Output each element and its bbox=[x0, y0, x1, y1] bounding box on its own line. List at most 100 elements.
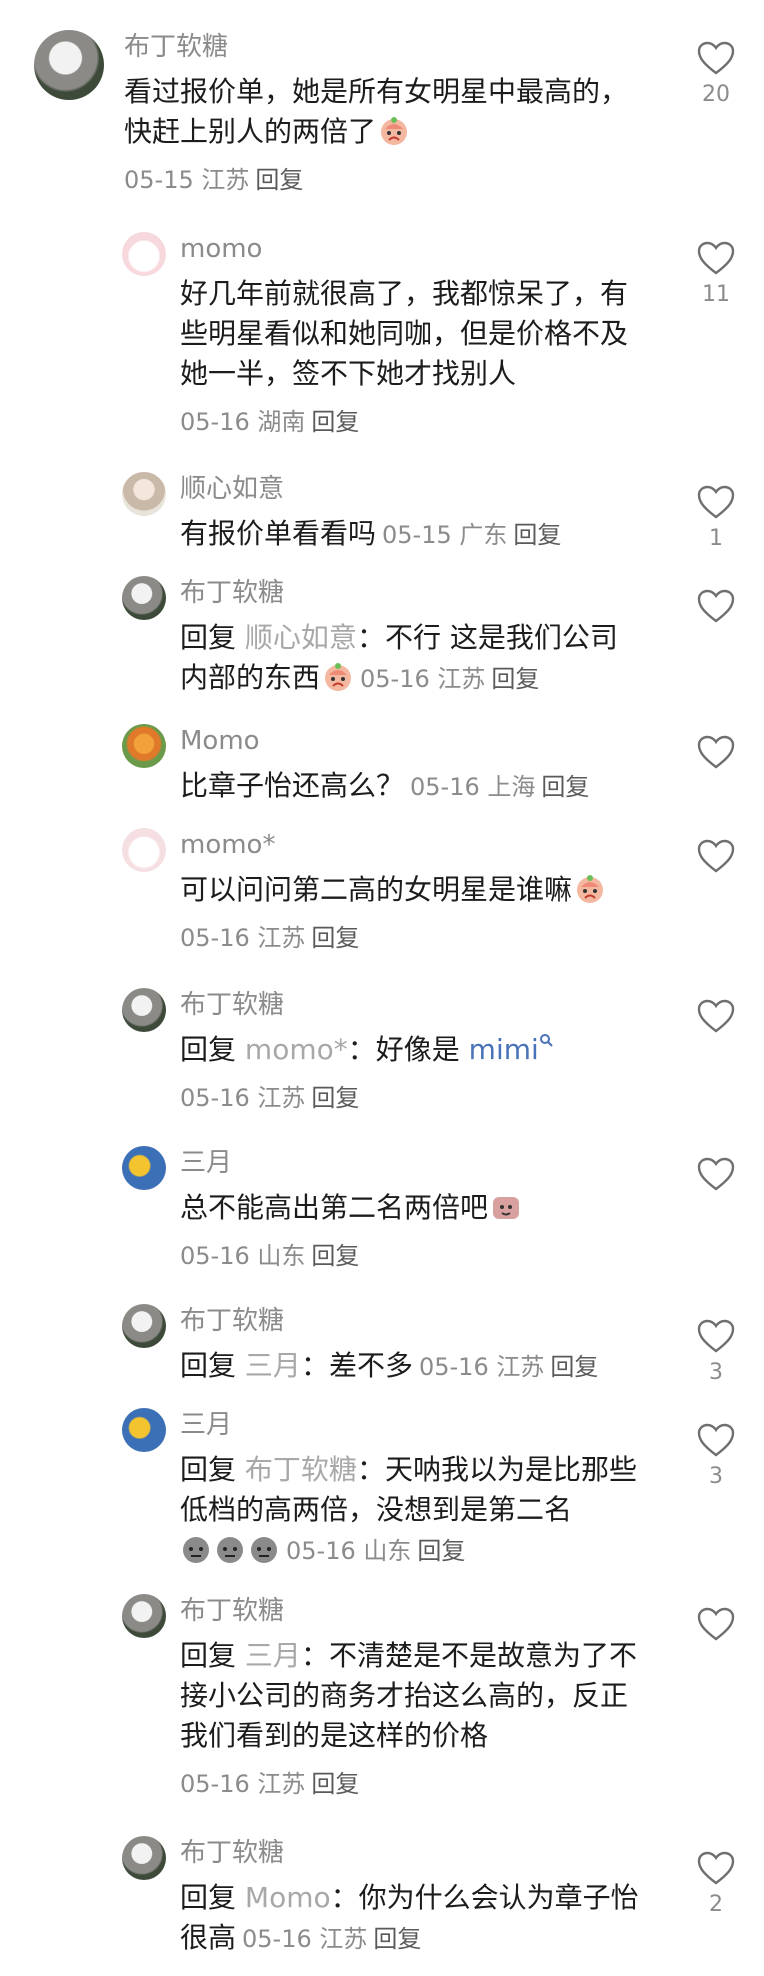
comment-location: 江苏 bbox=[201, 166, 250, 194]
comment-meta: 05-16 山东 回复 bbox=[286, 1537, 465, 1565]
heart-outline-icon bbox=[697, 1319, 735, 1353]
comment-text: 总不能高出第二名两倍吧 bbox=[180, 1188, 644, 1228]
crying-face-emoji-icon bbox=[378, 115, 410, 147]
reply-button[interactable]: 回复 bbox=[311, 1770, 359, 1798]
comment-body: 布丁软糖 回复 momo*：好像是 mimi 05-16 江苏 回复 bbox=[180, 988, 644, 1114]
like-button[interactable]: 2 bbox=[668, 1850, 764, 1920]
comment-date: 05-16 bbox=[418, 1353, 489, 1381]
like-button[interactable]: 11 bbox=[668, 240, 764, 310]
username[interactable]: Momo bbox=[180, 724, 644, 758]
reply-button[interactable]: 回复 bbox=[311, 408, 359, 436]
like-button[interactable] bbox=[668, 1606, 764, 1676]
comment-location: 山东 bbox=[363, 1537, 412, 1565]
username[interactable]: 布丁软糖 bbox=[124, 30, 644, 64]
mention-user[interactable]: 布丁软糖 bbox=[245, 1453, 357, 1486]
like-button[interactable]: 20 bbox=[668, 40, 764, 110]
like-count bbox=[668, 630, 764, 658]
reply-button[interactable]: 回复 bbox=[491, 665, 539, 693]
comment-location: 江苏 bbox=[257, 1084, 306, 1112]
comment-meta: 05-16 江苏 回复 bbox=[360, 665, 539, 693]
like-button[interactable] bbox=[668, 1156, 764, 1226]
username[interactable]: momo* bbox=[180, 828, 644, 862]
avatar[interactable] bbox=[122, 828, 166, 872]
comment-date: 05-16 bbox=[242, 1925, 312, 1953]
comment-meta: 05-16 江苏 回复 bbox=[242, 1925, 421, 1953]
grey-face-emoji-icon bbox=[180, 1533, 212, 1565]
comment-body: 布丁软糖 回复 三月：差不多 05-16 江苏 回复 bbox=[180, 1304, 644, 1387]
comment-location: 山东 bbox=[257, 1242, 306, 1270]
comment-body: momo* 可以问问第二高的女明星是谁嘛 05-16 江苏 回复 bbox=[180, 828, 644, 954]
avatar[interactable] bbox=[122, 988, 166, 1032]
comment-body: 布丁软糖 看过报价单，她是所有女明星中最高的，快赶上别人的两倍了 05-15 江… bbox=[124, 30, 644, 196]
like-button[interactable] bbox=[668, 998, 764, 1068]
comment-text: 回复 momo*：好像是 mimi bbox=[180, 1030, 644, 1070]
avatar[interactable] bbox=[122, 1408, 166, 1452]
comment-text-content: 看过报价单，她是所有女明星中最高的，快赶上别人的两倍了 bbox=[124, 75, 629, 148]
username[interactable]: 布丁软糖 bbox=[180, 1594, 644, 1628]
reply-button[interactable]: 回复 bbox=[311, 924, 359, 952]
avatar[interactable] bbox=[122, 1836, 166, 1880]
username[interactable]: 三月 bbox=[180, 1408, 644, 1442]
reply-prefix: 回复 bbox=[180, 1881, 237, 1914]
like-button[interactable] bbox=[668, 734, 764, 804]
crying-face-emoji-icon bbox=[322, 661, 354, 693]
avatar[interactable] bbox=[122, 472, 166, 516]
like-button[interactable] bbox=[668, 838, 764, 908]
mention-user[interactable]: Momo bbox=[245, 1881, 331, 1914]
reply-prefix: 回复 bbox=[180, 1453, 237, 1486]
reply-button[interactable]: 回复 bbox=[311, 1084, 359, 1112]
search-link[interactable]: mimi bbox=[469, 1033, 553, 1066]
avatar[interactable] bbox=[122, 576, 166, 620]
reply-button[interactable]: 回复 bbox=[373, 1925, 421, 1953]
mention-user[interactable]: 三月 bbox=[245, 1639, 301, 1672]
username[interactable]: 布丁软糖 bbox=[180, 1304, 644, 1338]
comment-location: 江苏 bbox=[257, 1770, 306, 1798]
comment-text-content: 总不能高出第二名两倍吧 bbox=[180, 1191, 489, 1224]
username[interactable]: 顺心如意 bbox=[180, 472, 644, 506]
comment-text: 回复 Momo：你为什么会认为章子怡很高 05-16 江苏 回复 bbox=[180, 1878, 644, 1959]
mention-user[interactable]: 三月 bbox=[245, 1349, 301, 1382]
heart-outline-icon bbox=[697, 1607, 735, 1641]
heart-outline-icon bbox=[697, 1851, 735, 1885]
comment-body: 布丁软糖 回复 三月：不清楚是不是故意为了不接小公司的商务才抬这么高的，反正我们… bbox=[180, 1594, 644, 1800]
heart-outline-icon bbox=[697, 1423, 735, 1457]
mention-user[interactable]: momo* bbox=[245, 1033, 348, 1066]
username[interactable]: 布丁软糖 bbox=[180, 988, 644, 1022]
reply-button[interactable]: 回复 bbox=[513, 521, 561, 549]
reply-button[interactable]: 回复 bbox=[541, 773, 589, 801]
avatar[interactable] bbox=[122, 1304, 166, 1348]
avatar[interactable] bbox=[122, 724, 166, 768]
heart-outline-icon bbox=[697, 1157, 735, 1191]
username[interactable]: momo bbox=[180, 232, 644, 266]
reply-button[interactable]: 回复 bbox=[417, 1537, 465, 1565]
mention-user[interactable]: 顺心如意 bbox=[245, 621, 357, 654]
comment-date: 05-16 bbox=[286, 1537, 356, 1565]
comment-body: 布丁软糖 回复 顺心如意：不行 这是我们公司内部的东西 05-16 江苏 回复 bbox=[180, 576, 644, 699]
comment-text: 看过报价单，她是所有女明星中最高的，快赶上别人的两倍了 bbox=[124, 72, 644, 152]
comment-body: 布丁软糖 回复 Momo：你为什么会认为章子怡很高 05-16 江苏 回复 bbox=[180, 1836, 644, 1959]
comment-meta: 05-15 广东 回复 bbox=[382, 521, 561, 549]
like-button[interactable]: 1 bbox=[668, 484, 764, 554]
avatar[interactable] bbox=[122, 1594, 166, 1638]
comment-body: momo 好几年前就很高了，我都惊呆了，有些明星看似和她同咖，但是价格不及她一半… bbox=[180, 232, 644, 438]
reply-button[interactable]: 回复 bbox=[311, 1242, 359, 1270]
comment-text: 回复 布丁软糖：天呐我以为是比那些低档的高两倍，没想到是第二名 05-16 山东回… bbox=[180, 1450, 644, 1571]
comment-text-content: 比章子怡还高么？ bbox=[180, 769, 405, 802]
comment-date: 05-16 bbox=[360, 665, 430, 693]
username[interactable]: 布丁软糖 bbox=[180, 1836, 644, 1870]
avatar[interactable] bbox=[122, 1146, 166, 1190]
heart-outline-icon bbox=[697, 839, 735, 873]
comment-text: 回复 三月：差不多 05-16 江苏 回复 bbox=[180, 1346, 644, 1387]
reply-button[interactable]: 回复 bbox=[255, 166, 303, 194]
comment-text-content: 有报价单看看吗 bbox=[180, 517, 377, 550]
reply-button[interactable]: 回复 bbox=[550, 1353, 598, 1381]
avatar[interactable] bbox=[34, 30, 104, 100]
reply-prefix: 回复 bbox=[180, 1033, 237, 1066]
comment-meta: 05-16 江苏 回复 bbox=[419, 1353, 598, 1381]
avatar[interactable] bbox=[122, 232, 166, 276]
like-button[interactable] bbox=[668, 588, 764, 658]
username[interactable]: 三月 bbox=[180, 1146, 644, 1180]
like-button[interactable]: 3 bbox=[668, 1318, 764, 1388]
like-button[interactable]: 3 bbox=[668, 1422, 764, 1492]
username[interactable]: 布丁软糖 bbox=[180, 576, 644, 610]
